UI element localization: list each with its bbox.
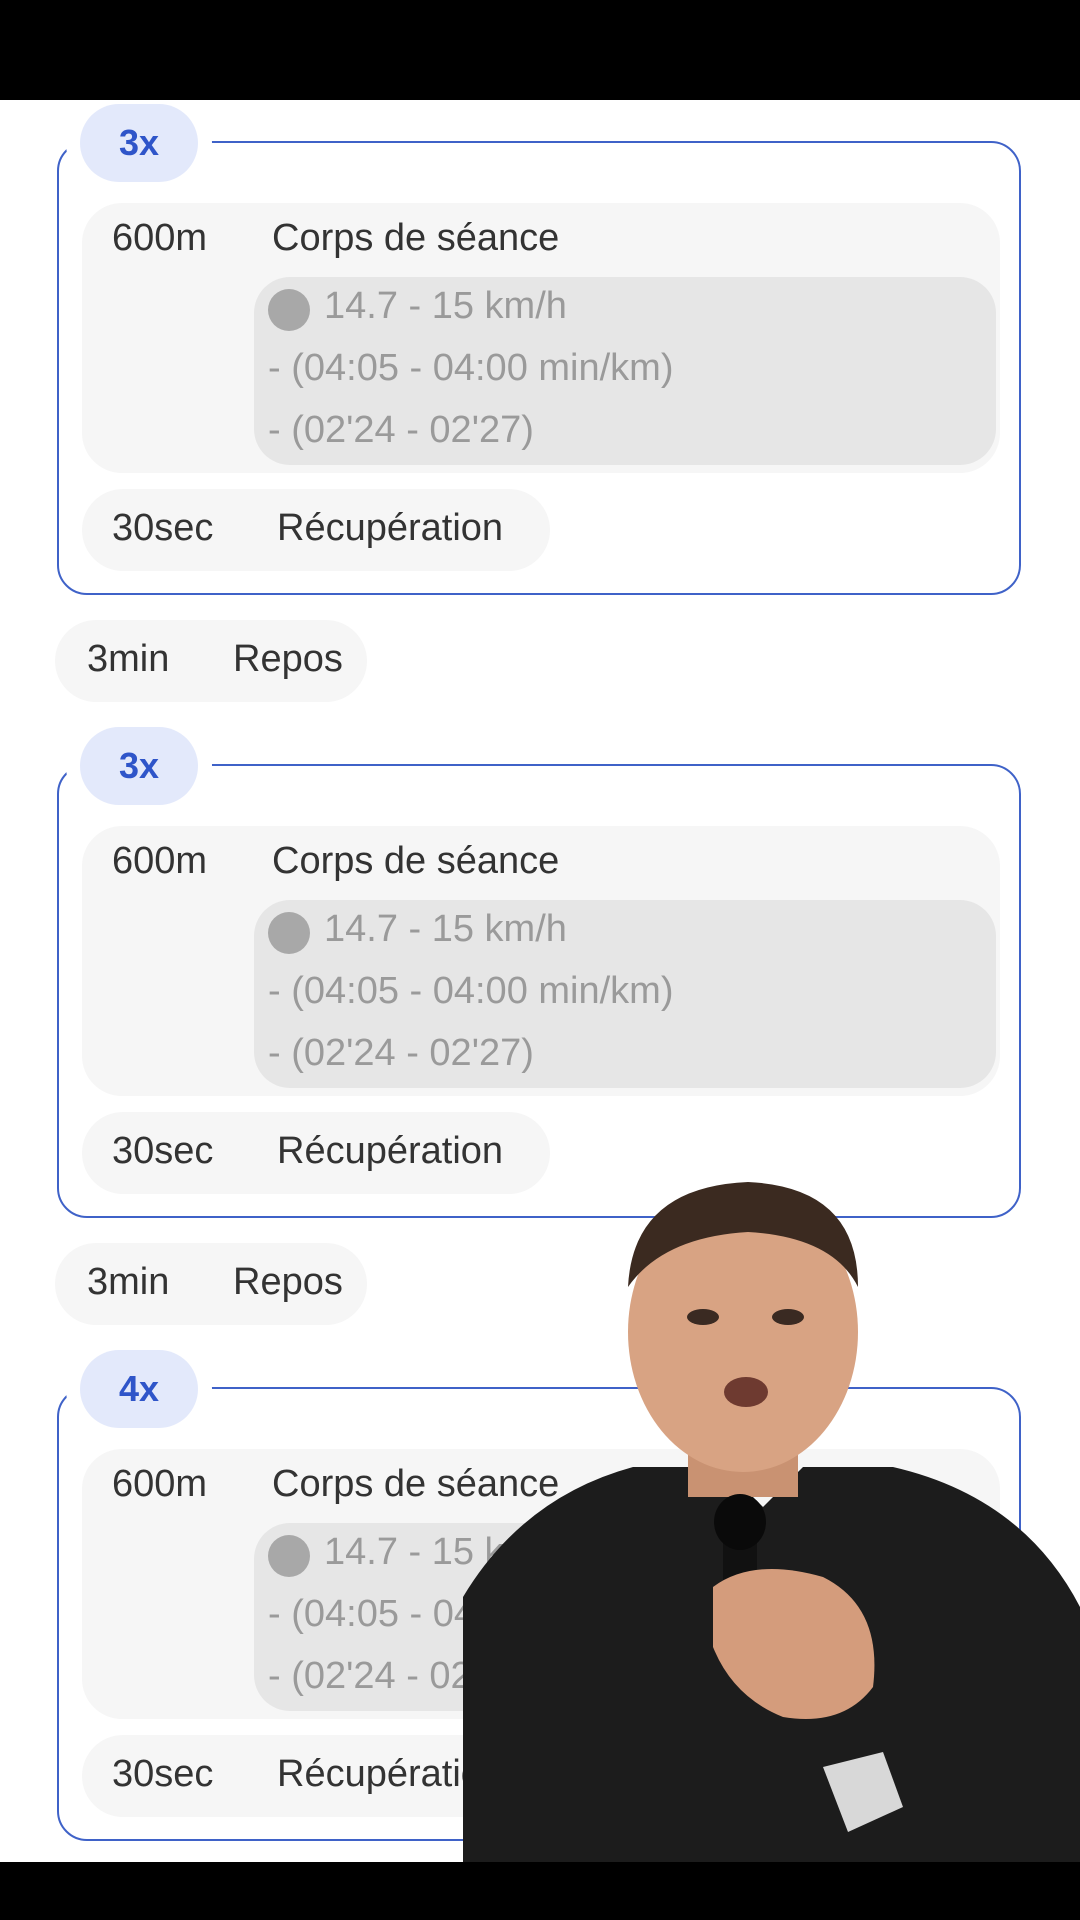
target-split: - (02'24 - 02'27) [268,1032,534,1074]
rest-label: Repos [233,638,343,680]
target-split: - (02'24 - 02'27) [268,409,534,451]
rest-step[interactable]: 3min Repos [55,1243,367,1325]
work-step[interactable]: 600m Corps de séance 14.7 - 15 km/h - (0… [82,203,1000,473]
presenter-figure [463,1182,1080,1862]
recovery-duration: 30sec [112,507,214,549]
step-distance: 600m [112,217,208,259]
rest-duration: 3min [87,638,170,680]
target-speed: 14.7 - 15 km/h [324,285,567,327]
repeat-badge: 3x [80,104,198,182]
interval-block: 600m Corps de séance 14.7 - 15 km/h - (0… [57,764,1021,1218]
target-pace: - (04:05 - 04:00 min/km) [268,347,674,389]
recovery-duration: 30sec [112,1130,214,1172]
rest-step[interactable]: 3min Repos [55,620,367,702]
zone-dot-icon [268,912,310,954]
target-speed: 14.7 - 15 km/h [324,908,567,950]
presenter-video-overlay [463,1167,1080,1862]
step-distance: 600m [112,840,208,882]
step-label: Corps de séance [272,217,560,259]
step-label: Corps de séance [272,840,560,882]
recovery-duration: 30sec [112,1753,214,1795]
target-pace: - (04:05 - 04:00 min/km) [268,970,674,1012]
target-zone: 14.7 - 15 km/h - (04:05 - 04:00 min/km) … [254,277,996,465]
target-zone: 14.7 - 15 km/h - (04:05 - 04:00 min/km) … [254,900,996,1088]
interval-block: 600m Corps de séance 14.7 - 15 km/h - (0… [57,141,1021,595]
step-distance: 600m [112,1463,208,1505]
zone-dot-icon [268,1535,310,1577]
recovery-label: Récupération [277,507,504,549]
rest-duration: 3min [87,1261,170,1303]
repeat-badge: 3x [80,727,198,805]
work-step[interactable]: 600m Corps de séance 14.7 - 15 km/h - (0… [82,826,1000,1096]
recovery-step[interactable]: 30sec Récupération [82,489,550,571]
rest-label: Repos [233,1261,343,1303]
repeat-badge: 4x [80,1350,198,1428]
zone-dot-icon [268,289,310,331]
